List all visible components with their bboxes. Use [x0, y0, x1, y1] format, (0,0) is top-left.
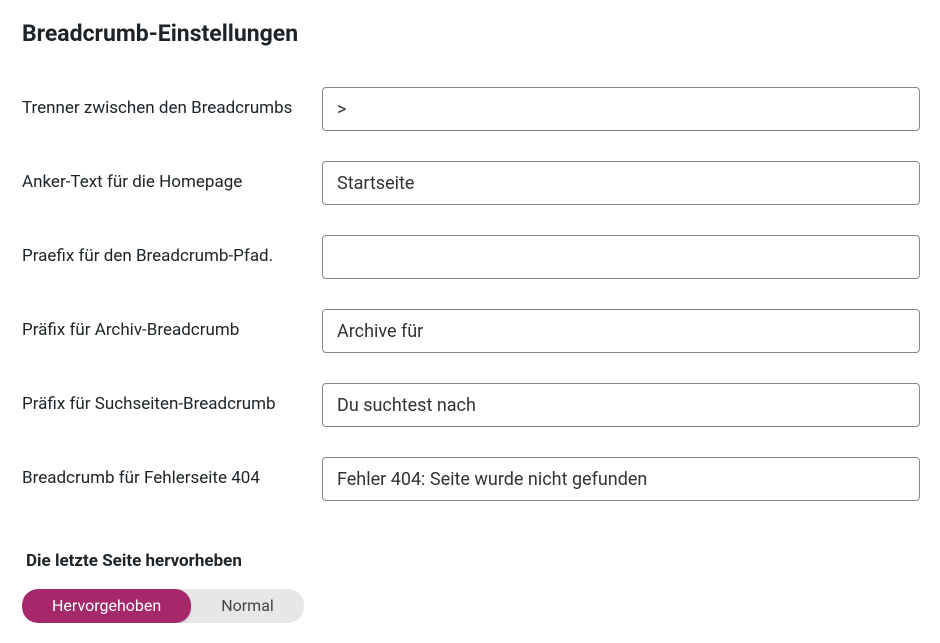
label-path-prefix: Praefix für den Breadcrumb-Pfad. — [22, 245, 322, 269]
input-search-prefix[interactable] — [322, 383, 920, 427]
row-search-prefix: Präfix für Suchseiten-Breadcrumb — [22, 383, 920, 427]
label-search-prefix: Präfix für Suchseiten-Breadcrumb — [22, 393, 322, 417]
toggle-highlight: Hervorgehoben Normal — [22, 589, 304, 623]
toggle-normal[interactable]: Normal — [191, 589, 304, 623]
row-path-prefix: Praefix für den Breadcrumb-Pfad. — [22, 235, 920, 279]
row-archive-prefix: Präfix für Archiv-Breadcrumb — [22, 309, 920, 353]
toggle-highlighted[interactable]: Hervorgehoben — [22, 589, 191, 623]
label-home-anchor: Anker-Text für die Homepage — [22, 171, 322, 195]
row-error404: Breadcrumb für Fehlerseite 404 — [22, 457, 920, 501]
label-archive-prefix: Präfix für Archiv-Breadcrumb — [22, 319, 322, 343]
input-path-prefix[interactable] — [322, 235, 920, 279]
row-separator: Trenner zwischen den Breadcrumbs — [22, 87, 920, 131]
input-separator[interactable] — [322, 87, 920, 131]
label-highlight: Die letzte Seite hervorheben — [26, 551, 920, 571]
input-home-anchor[interactable] — [322, 161, 920, 205]
page-title: Breadcrumb-Einstellungen — [22, 20, 920, 47]
input-error404[interactable] — [322, 457, 920, 501]
label-error404: Breadcrumb für Fehlerseite 404 — [22, 467, 322, 491]
input-archive-prefix[interactable] — [322, 309, 920, 353]
highlight-section: Die letzte Seite hervorheben Hervorgehob… — [22, 551, 920, 623]
row-home-anchor: Anker-Text für die Homepage — [22, 161, 920, 205]
label-separator: Trenner zwischen den Breadcrumbs — [22, 97, 322, 121]
